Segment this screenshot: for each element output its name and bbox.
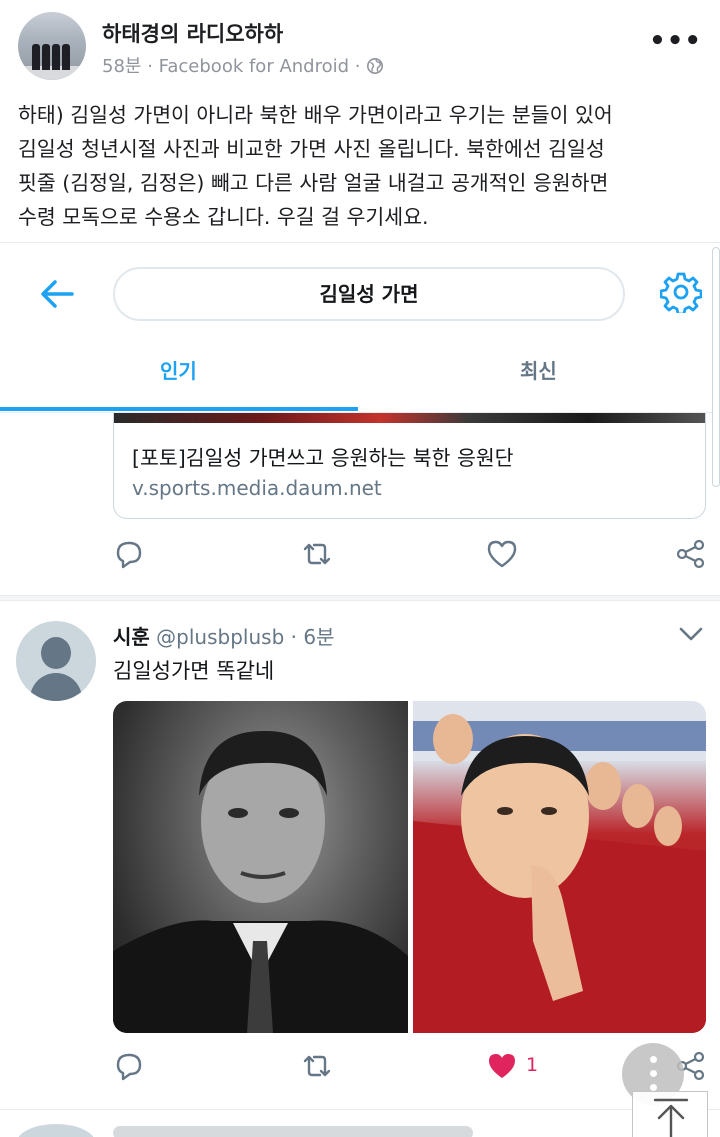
reply-icon[interactable] bbox=[112, 537, 146, 571]
search-input[interactable]: 김일성 가면 bbox=[113, 267, 625, 321]
share-icon[interactable] bbox=[674, 537, 708, 571]
post-source: Facebook for Android bbox=[158, 56, 350, 77]
scroll-to-top-button[interactable] bbox=[632, 1091, 708, 1137]
tweet-photo-portrait[interactable] bbox=[113, 701, 408, 1033]
next-tweet-preview bbox=[0, 1109, 720, 1137]
like-icon[interactable] bbox=[485, 537, 519, 571]
retweet-icon[interactable] bbox=[300, 537, 334, 571]
globe-icon bbox=[367, 57, 384, 75]
tweet-divider bbox=[0, 595, 720, 601]
post-header: 하태경의 라디오하하 58분 · Facebook for Android · … bbox=[0, 0, 720, 92]
post-body-line: 수령 모독으로 수용소 갑니다. 우길 걸 우기세요. bbox=[18, 205, 429, 229]
link-card[interactable]: [포토]김일성 가면쓰고 응원하는 북한 응원단 v.sports.media.… bbox=[113, 413, 706, 519]
post-meta: 58분 · Facebook for Android · bbox=[102, 52, 384, 78]
card-domain: v.sports.media.daum.net bbox=[132, 476, 382, 500]
meta-separator: · bbox=[354, 56, 361, 77]
post-body-line: 하태) 김일성 가면이 아니라 북한 배우 가면이라고 우기는 분들이 있어 bbox=[18, 103, 613, 127]
chevron-down-icon[interactable] bbox=[678, 625, 704, 643]
avatar[interactable] bbox=[16, 621, 96, 701]
tweet-author-name[interactable]: 시훈 bbox=[113, 625, 150, 649]
tweet-author-handle[interactable]: @plusbplusb bbox=[156, 625, 284, 649]
post-time[interactable]: 58분 bbox=[102, 56, 141, 77]
like-count: 1 bbox=[526, 1054, 539, 1076]
twitter-search-bar: 김일성 가면 인기 최신 bbox=[0, 243, 720, 487]
page-avatar[interactable] bbox=[18, 12, 86, 80]
reply-icon[interactable] bbox=[112, 1049, 146, 1083]
tweet-author-line: 시훈 @plusbplusb · 6분 bbox=[113, 621, 334, 650]
tweet-separator: · bbox=[290, 625, 297, 649]
liked-heart-icon[interactable] bbox=[485, 1049, 519, 1083]
retweet-icon[interactable] bbox=[300, 1049, 334, 1083]
card-title: [포토]김일성 가면쓰고 응원하는 북한 응원단 bbox=[132, 446, 514, 470]
post-body: 하태) 김일성 가면이 아니라 북한 배우 가면이라고 우기는 분들이 있어 김… bbox=[18, 98, 708, 234]
post-image[interactable]: 김일성 가면 인기 최신 [포토]김일성 가면쓰고 응원하는 북한 응원단 v.… bbox=[0, 242, 720, 1137]
more-options-button[interactable]: ••• bbox=[649, 26, 702, 56]
tweet-time[interactable]: 6분 bbox=[303, 625, 334, 649]
scrollbar[interactable] bbox=[712, 247, 720, 487]
arrow-up-icon bbox=[653, 1098, 689, 1137]
tab-latest[interactable]: 최신 bbox=[520, 355, 557, 384]
post-body-line: 핏줄 (김정일, 김정은) 빼고 다른 사람 얼굴 내걸고 공개적인 응원하면 bbox=[18, 171, 609, 195]
tweet-actions: 1 bbox=[0, 1049, 720, 1089]
page-name[interactable]: 하태경의 라디오하하 bbox=[102, 18, 283, 48]
tab-popular[interactable]: 인기 bbox=[160, 355, 197, 384]
post-body-line: 김일성 청년시절 사진과 비교한 가면 사진 올립니다. 북한에선 김일성 bbox=[18, 137, 605, 161]
back-arrow-icon[interactable] bbox=[38, 277, 76, 311]
meta-separator: · bbox=[147, 56, 153, 77]
gear-icon[interactable] bbox=[660, 271, 702, 313]
active-tab-indicator bbox=[0, 407, 358, 411]
card-thumbnail bbox=[114, 413, 705, 423]
tweet-photo-cheering-squad[interactable] bbox=[413, 701, 706, 1033]
tweet-actions bbox=[0, 537, 720, 577]
tweet-text: 김일성가면 똑같네 bbox=[113, 659, 275, 683]
